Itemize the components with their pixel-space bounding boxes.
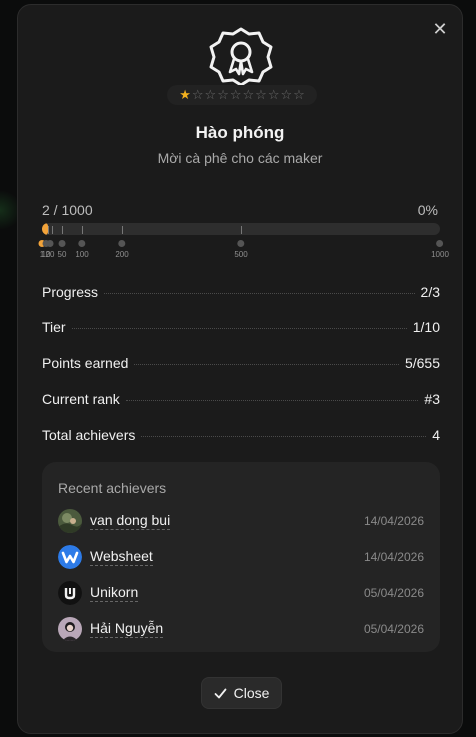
star-icon: ★ (179, 87, 191, 102)
avatar[interactable] (58, 509, 82, 533)
avatar[interactable] (58, 617, 82, 641)
stat-rank: Current rank #3 (42, 391, 440, 407)
achiever-name[interactable]: van dong bui (90, 512, 171, 530)
milestone: 500 (234, 240, 248, 259)
websheet-logo-icon[interactable] (58, 545, 82, 569)
progress-tick (241, 226, 242, 234)
award-ribbon-icon (209, 27, 273, 87)
close-button[interactable]: Close (201, 677, 282, 709)
star-icon: ☆ (293, 87, 305, 102)
achiever-name[interactable]: Websheet (90, 548, 153, 566)
close-button-label: Close (233, 685, 270, 701)
list-item: van dong bui 14/04/2026 (58, 508, 424, 534)
stat-progress: Progress 2/3 (42, 284, 440, 300)
progress-percent: 0% (417, 202, 438, 218)
star-icon: ☆ (242, 87, 255, 102)
recent-achievers-panel: Recent achievers van dong bui 14/04/2026 (42, 462, 440, 652)
stat-points: Points earned 5/655 (42, 355, 440, 371)
achievement-date: 05/04/2026 (363, 622, 424, 636)
progress-tick (122, 226, 123, 234)
stat-tier: Tier 1/10 (42, 319, 440, 335)
progress-tick (82, 226, 83, 234)
milestone: 1000 (431, 240, 449, 259)
star-icon: ☆ (280, 87, 293, 102)
list-item: Unikorn 05/04/2026 (58, 580, 424, 606)
achievement-modal: ✕ ★ ☆ ☆ ☆ ☆ ☆ ☆ ☆ ☆ ☆ Hào phóng Mời cà p… (17, 4, 463, 734)
star-icon: ☆ (255, 87, 267, 102)
achievement-date: 14/04/2026 (363, 550, 424, 564)
achievement-title: Hào phóng (195, 123, 285, 142)
check-icon (214, 688, 226, 698)
close-icon[interactable]: ✕ (430, 19, 450, 39)
achievement-subtitle: Mời cà phê cho các maker (157, 150, 323, 166)
progress-tick (62, 226, 63, 234)
unikorn-logo-icon[interactable] (58, 581, 82, 605)
milestone: 20 (46, 240, 54, 259)
recent-achievers-title: Recent achievers (58, 480, 167, 496)
progress-tick (52, 226, 53, 234)
achiever-name[interactable]: Hải Nguyễn (90, 620, 164, 638)
progress-tick (48, 226, 49, 234)
star-icon: ☆ (204, 87, 217, 102)
tier-stars: ★ ☆ ☆ ☆ ☆ ☆ ☆ ☆ ☆ ☆ (167, 85, 317, 105)
star-icon: ☆ (191, 87, 204, 102)
progress-count: 2 / 1000 (42, 202, 93, 218)
milestone: 200 (115, 240, 129, 259)
achiever-name[interactable]: Unikorn (90, 584, 139, 602)
star-icon: ☆ (217, 87, 229, 102)
star-icon: ☆ (267, 87, 280, 102)
achievement-date: 14/04/2026 (363, 514, 424, 528)
list-item: Websheet 14/04/2026 (58, 544, 424, 570)
progress-bar (42, 223, 440, 235)
star-icon: ☆ (229, 87, 242, 102)
milestone: 50 (58, 240, 66, 259)
list-item: Hải Nguyễn 05/04/2026 (58, 616, 424, 642)
achievement-date: 05/04/2026 (363, 586, 424, 600)
milestone-markers: 1 10 20 50 100 200 500 1000 (38, 240, 449, 264)
milestone: 100 (75, 240, 89, 259)
stat-achievers: Total achievers 4 (42, 427, 440, 443)
